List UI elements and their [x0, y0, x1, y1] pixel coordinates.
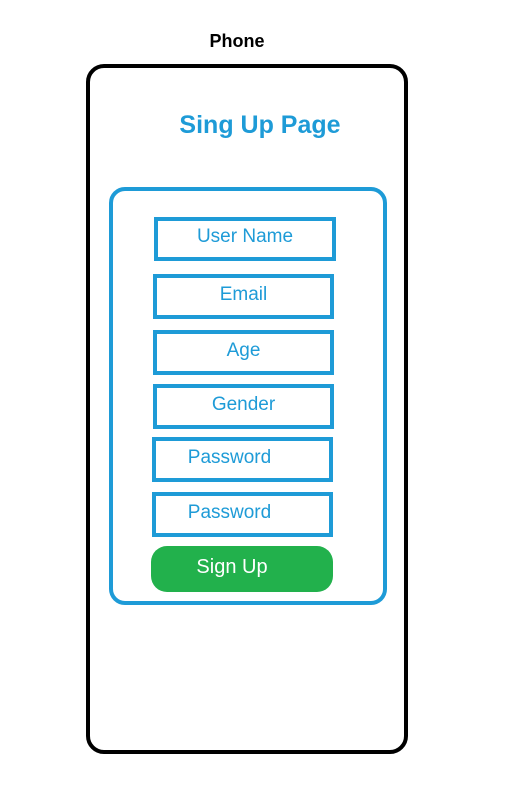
gender-field[interactable]: Gender	[153, 384, 334, 429]
age-field[interactable]: Age	[153, 330, 334, 375]
device-caption: Phone	[209, 31, 265, 51]
page-title: Sing Up Page	[179, 111, 341, 139]
confirm-password-field-label: Password	[187, 501, 272, 523]
age-field-label: Age	[226, 339, 261, 361]
username-field[interactable]: User Name	[154, 217, 336, 261]
sign-up-button[interactable]: Sign Up	[151, 546, 333, 592]
email-field[interactable]: Email	[153, 274, 334, 319]
gender-field-label: Gender	[211, 393, 276, 415]
confirm-password-field[interactable]: Password	[152, 492, 333, 537]
email-field-label: Email	[219, 283, 268, 305]
password-field-label: Password	[187, 446, 272, 468]
sign-up-button-label: Sign Up	[196, 555, 268, 578]
password-field[interactable]: Password	[152, 437, 333, 482]
username-field-label: User Name	[196, 226, 294, 247]
